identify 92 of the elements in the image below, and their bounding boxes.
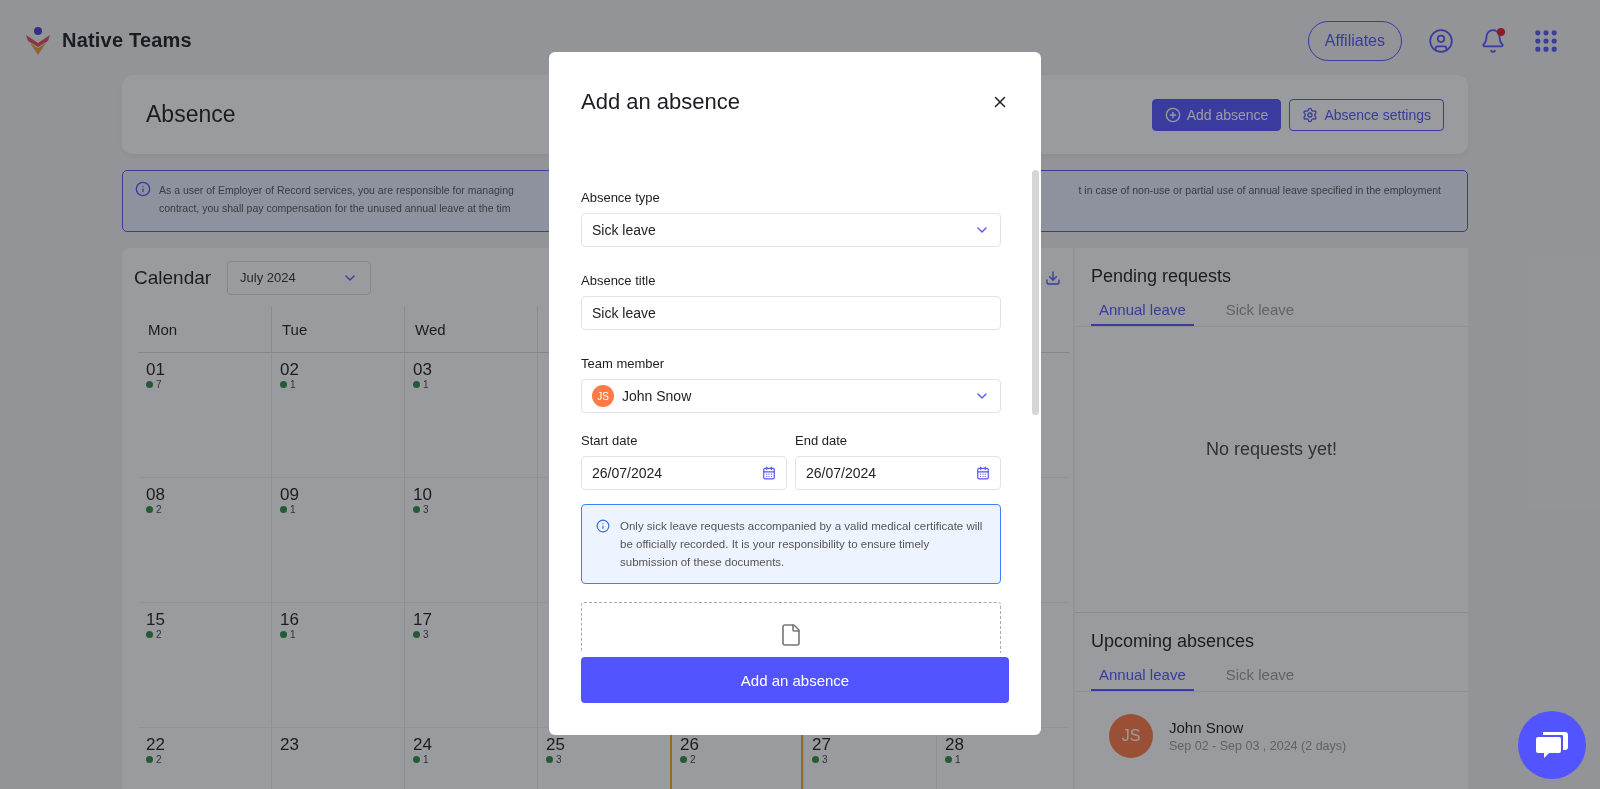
absence-count: 1: [290, 504, 296, 515]
absence-count: 3: [423, 629, 429, 640]
settings-button[interactable]: Absence settings: [1289, 98, 1444, 131]
avatar: JS: [592, 385, 614, 407]
status-dot: [413, 506, 420, 513]
field-label: Absence type: [581, 190, 661, 205]
absence-count: 3: [423, 504, 429, 515]
info-icon: [135, 181, 151, 197]
month-select[interactable]: July 2024: [227, 260, 372, 295]
text-field[interactable]: Sick leave: [581, 296, 1001, 330]
day-number: 15: [146, 611, 166, 629]
day-number: 22: [146, 736, 166, 754]
day-number: 28: [945, 736, 965, 754]
person-name: John Snow: [1169, 719, 1245, 736]
day-number: 10: [413, 486, 433, 504]
notice-text: contract, you shall pay compensation for the unused annual leave at the tim: [159, 201, 512, 216]
section-title: Upcoming absences: [1091, 631, 1256, 652]
weekday-label: Tue: [271, 307, 404, 353]
select-field[interactable]: Sick leave: [581, 213, 1001, 247]
avatar: JS: [1109, 714, 1153, 758]
status-dot: [680, 756, 687, 763]
date-field[interactable]: 26/07/2024: [581, 456, 787, 490]
status-dot: [413, 756, 420, 763]
day-number: 03: [413, 361, 433, 379]
weekday-label: Wed: [404, 307, 537, 353]
status-dot: [812, 756, 819, 763]
day-number: 16: [280, 611, 300, 629]
day-number: 23: [280, 736, 300, 754]
day-number: 25: [546, 736, 566, 754]
absence-count: 1: [423, 754, 429, 765]
status-dot: [413, 381, 420, 388]
day-number: 24: [413, 736, 433, 754]
status-dot: [546, 756, 553, 763]
add-button[interactable]: Add absence: [1151, 98, 1282, 131]
absence-count: 1: [423, 379, 429, 390]
download-icon[interactable]: [1045, 269, 1061, 286]
status-dot: [413, 631, 420, 638]
status-dot: [146, 506, 153, 513]
calendar-title: Calendar: [134, 266, 212, 289]
day-number: 01: [146, 361, 166, 379]
status-dot: [945, 756, 952, 763]
absence-count: 1: [290, 379, 296, 390]
day-number: 08: [146, 486, 166, 504]
field-label: Start date: [581, 433, 639, 448]
calendar-icon: [762, 466, 776, 480]
field-label: Team member: [581, 356, 666, 371]
notice-text: t in case of non-use or partial use of annual leave specified in the employment: [1078, 183, 1441, 198]
calendar-icon: [976, 466, 990, 480]
field-label: Absence title: [581, 273, 657, 288]
notice-text: As a user of Employer of Record services, you are responsible for managing: [159, 183, 514, 198]
brand-name: Native Teams: [62, 29, 192, 52]
absence-count: 1: [955, 754, 961, 765]
day-number: 27: [812, 736, 832, 754]
info-text: Only sick leave requests accompanied by a valid medical certificate will be officially recorded. It is your responsibility to ensure timely submission of these documents.: [620, 519, 984, 570]
select-field[interactable]: JS John Snow: [581, 379, 1001, 413]
absence-count: 3: [556, 754, 562, 765]
status-dot: [280, 506, 287, 513]
day-number: 17: [413, 611, 433, 629]
absence-count: 1: [290, 629, 296, 640]
page-title: Absence: [146, 101, 236, 128]
file-icon: [779, 623, 803, 647]
absence-count: 2: [156, 504, 162, 515]
submit-button[interactable]: Add an absence: [581, 657, 1009, 703]
tab[interactable]: Annual leave: [1091, 297, 1194, 326]
absence-count: 7: [156, 379, 162, 390]
absence-count: 3: [822, 754, 828, 765]
status-dot: [280, 631, 287, 638]
logo-icon: [24, 25, 52, 56]
info-icon: [596, 519, 610, 533]
dialog-title: Add an absence: [581, 89, 741, 115]
empty-message: No requests yet!: [1205, 439, 1338, 461]
field-label: End date: [795, 433, 849, 448]
status-dot: [280, 381, 287, 388]
plus-icon: [1164, 106, 1181, 123]
status-dot: [146, 631, 153, 638]
absence-dates: Sep 02 - Sep 03 , 2024 (2 days): [1169, 739, 1347, 753]
date-field[interactable]: 26/07/2024: [795, 456, 1001, 490]
section-title: Pending requests: [1091, 266, 1233, 287]
absence-count: 2: [156, 629, 162, 640]
absence-count: 2: [690, 754, 696, 765]
profile-icon[interactable]: [1428, 27, 1454, 54]
day-number: 02: [280, 361, 300, 379]
day-number: 09: [280, 486, 300, 504]
weekday-label: Mon: [138, 307, 271, 353]
day-number: 26: [680, 736, 700, 754]
settings-icon: [1302, 106, 1319, 123]
chat-icon: [1535, 729, 1569, 761]
bell-icon[interactable]: [1480, 27, 1506, 54]
status-dot: [146, 756, 153, 763]
status-dot: [146, 381, 153, 388]
tab[interactable]: Annual leave: [1091, 662, 1194, 691]
absence-count: 2: [156, 754, 162, 765]
